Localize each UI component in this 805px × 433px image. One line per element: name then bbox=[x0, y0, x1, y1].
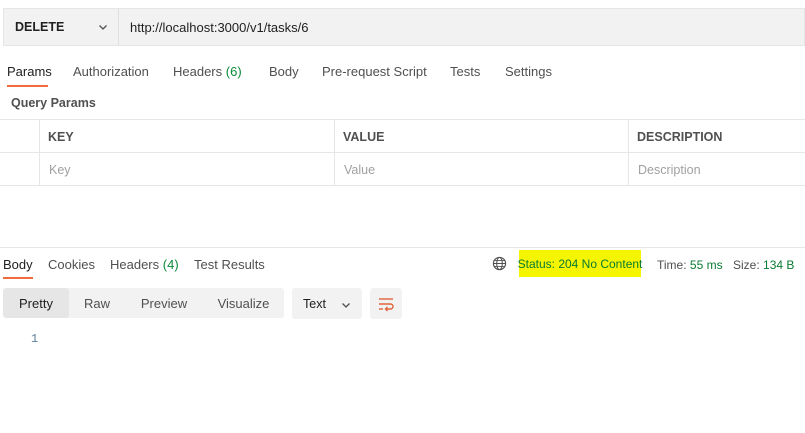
column-header-key: KEY bbox=[48, 129, 74, 144]
view-mode-selector: Pretty Raw Preview Visualize bbox=[3, 288, 284, 318]
line-number: 1 bbox=[31, 332, 39, 346]
active-tab-indicator bbox=[7, 85, 48, 87]
view-raw-button[interactable]: Raw bbox=[69, 288, 125, 318]
response-tab-test-results[interactable]: Test Results bbox=[194, 257, 265, 272]
format-select[interactable]: Text bbox=[292, 288, 362, 319]
response-time[interactable]: Time: 55 ms bbox=[657, 258, 723, 272]
request-tabs: Params Authorization Headers (6) Body Pr… bbox=[0, 60, 805, 88]
url-text: http://localhost:3000/v1/tasks/6 bbox=[130, 19, 309, 35]
tab-headers-count: (6) bbox=[225, 64, 242, 79]
response-status[interactable]: Status: 204 No Content bbox=[518, 250, 642, 277]
time-label: Time: bbox=[657, 258, 687, 272]
param-description-input[interactable]: Description bbox=[629, 153, 805, 186]
wrap-lines-icon bbox=[379, 297, 394, 311]
tab-authorization[interactable]: Authorization bbox=[73, 64, 149, 79]
url-input[interactable]: http://localhost:3000/v1/tasks/6 bbox=[119, 8, 805, 46]
response-tab-headers-label: Headers bbox=[110, 257, 160, 272]
column-header-value: VALUE bbox=[343, 129, 385, 144]
column-header-description: DESCRIPTION bbox=[637, 129, 723, 144]
active-response-tab-indicator bbox=[3, 277, 33, 279]
query-params-title: Query Params bbox=[11, 96, 96, 110]
tab-params[interactable]: Params bbox=[7, 64, 52, 79]
view-pretty-button[interactable]: Pretty bbox=[3, 288, 69, 318]
chevron-down-icon bbox=[99, 25, 107, 30]
response-tab-headers[interactable]: Headers (4) bbox=[110, 257, 179, 272]
response-divider[interactable] bbox=[0, 247, 805, 248]
param-value-input[interactable]: Value bbox=[335, 153, 628, 186]
size-label: Size: bbox=[733, 258, 760, 272]
view-visualize-button[interactable]: Visualize bbox=[203, 288, 284, 318]
response-tab-headers-count: (4) bbox=[162, 257, 179, 272]
tab-headers[interactable]: Headers (6) bbox=[173, 64, 242, 79]
response-size[interactable]: Size: 134 B bbox=[733, 258, 794, 272]
wrap-lines-button[interactable] bbox=[370, 288, 402, 319]
table-row: Key Value Description bbox=[0, 153, 805, 186]
table-header-row: KEY VALUE DESCRIPTION bbox=[0, 120, 805, 153]
time-value: 55 ms bbox=[689, 258, 723, 272]
tab-headers-label: Headers bbox=[173, 64, 223, 79]
tab-settings[interactable]: Settings bbox=[505, 64, 552, 79]
param-key-input[interactable]: Key bbox=[40, 153, 334, 186]
view-preview-button[interactable]: Preview bbox=[125, 288, 203, 318]
request-bar: DELETE http://localhost:3000/v1/tasks/6 bbox=[3, 8, 805, 46]
format-label: Text bbox=[303, 296, 326, 311]
tab-tests[interactable]: Tests bbox=[450, 64, 480, 79]
chevron-down-icon bbox=[342, 303, 350, 308]
method-label: DELETE bbox=[15, 20, 65, 34]
size-value: 134 B bbox=[763, 258, 795, 272]
response-tab-cookies[interactable]: Cookies bbox=[48, 257, 95, 272]
globe-icon[interactable] bbox=[492, 256, 507, 271]
query-params-table: KEY VALUE DESCRIPTION Key Value Descript… bbox=[0, 119, 805, 186]
response-tab-body[interactable]: Body bbox=[3, 257, 33, 272]
tab-prerequest-script[interactable]: Pre-request Script bbox=[322, 64, 427, 79]
tab-body[interactable]: Body bbox=[269, 64, 299, 79]
method-select[interactable]: DELETE bbox=[3, 8, 119, 46]
